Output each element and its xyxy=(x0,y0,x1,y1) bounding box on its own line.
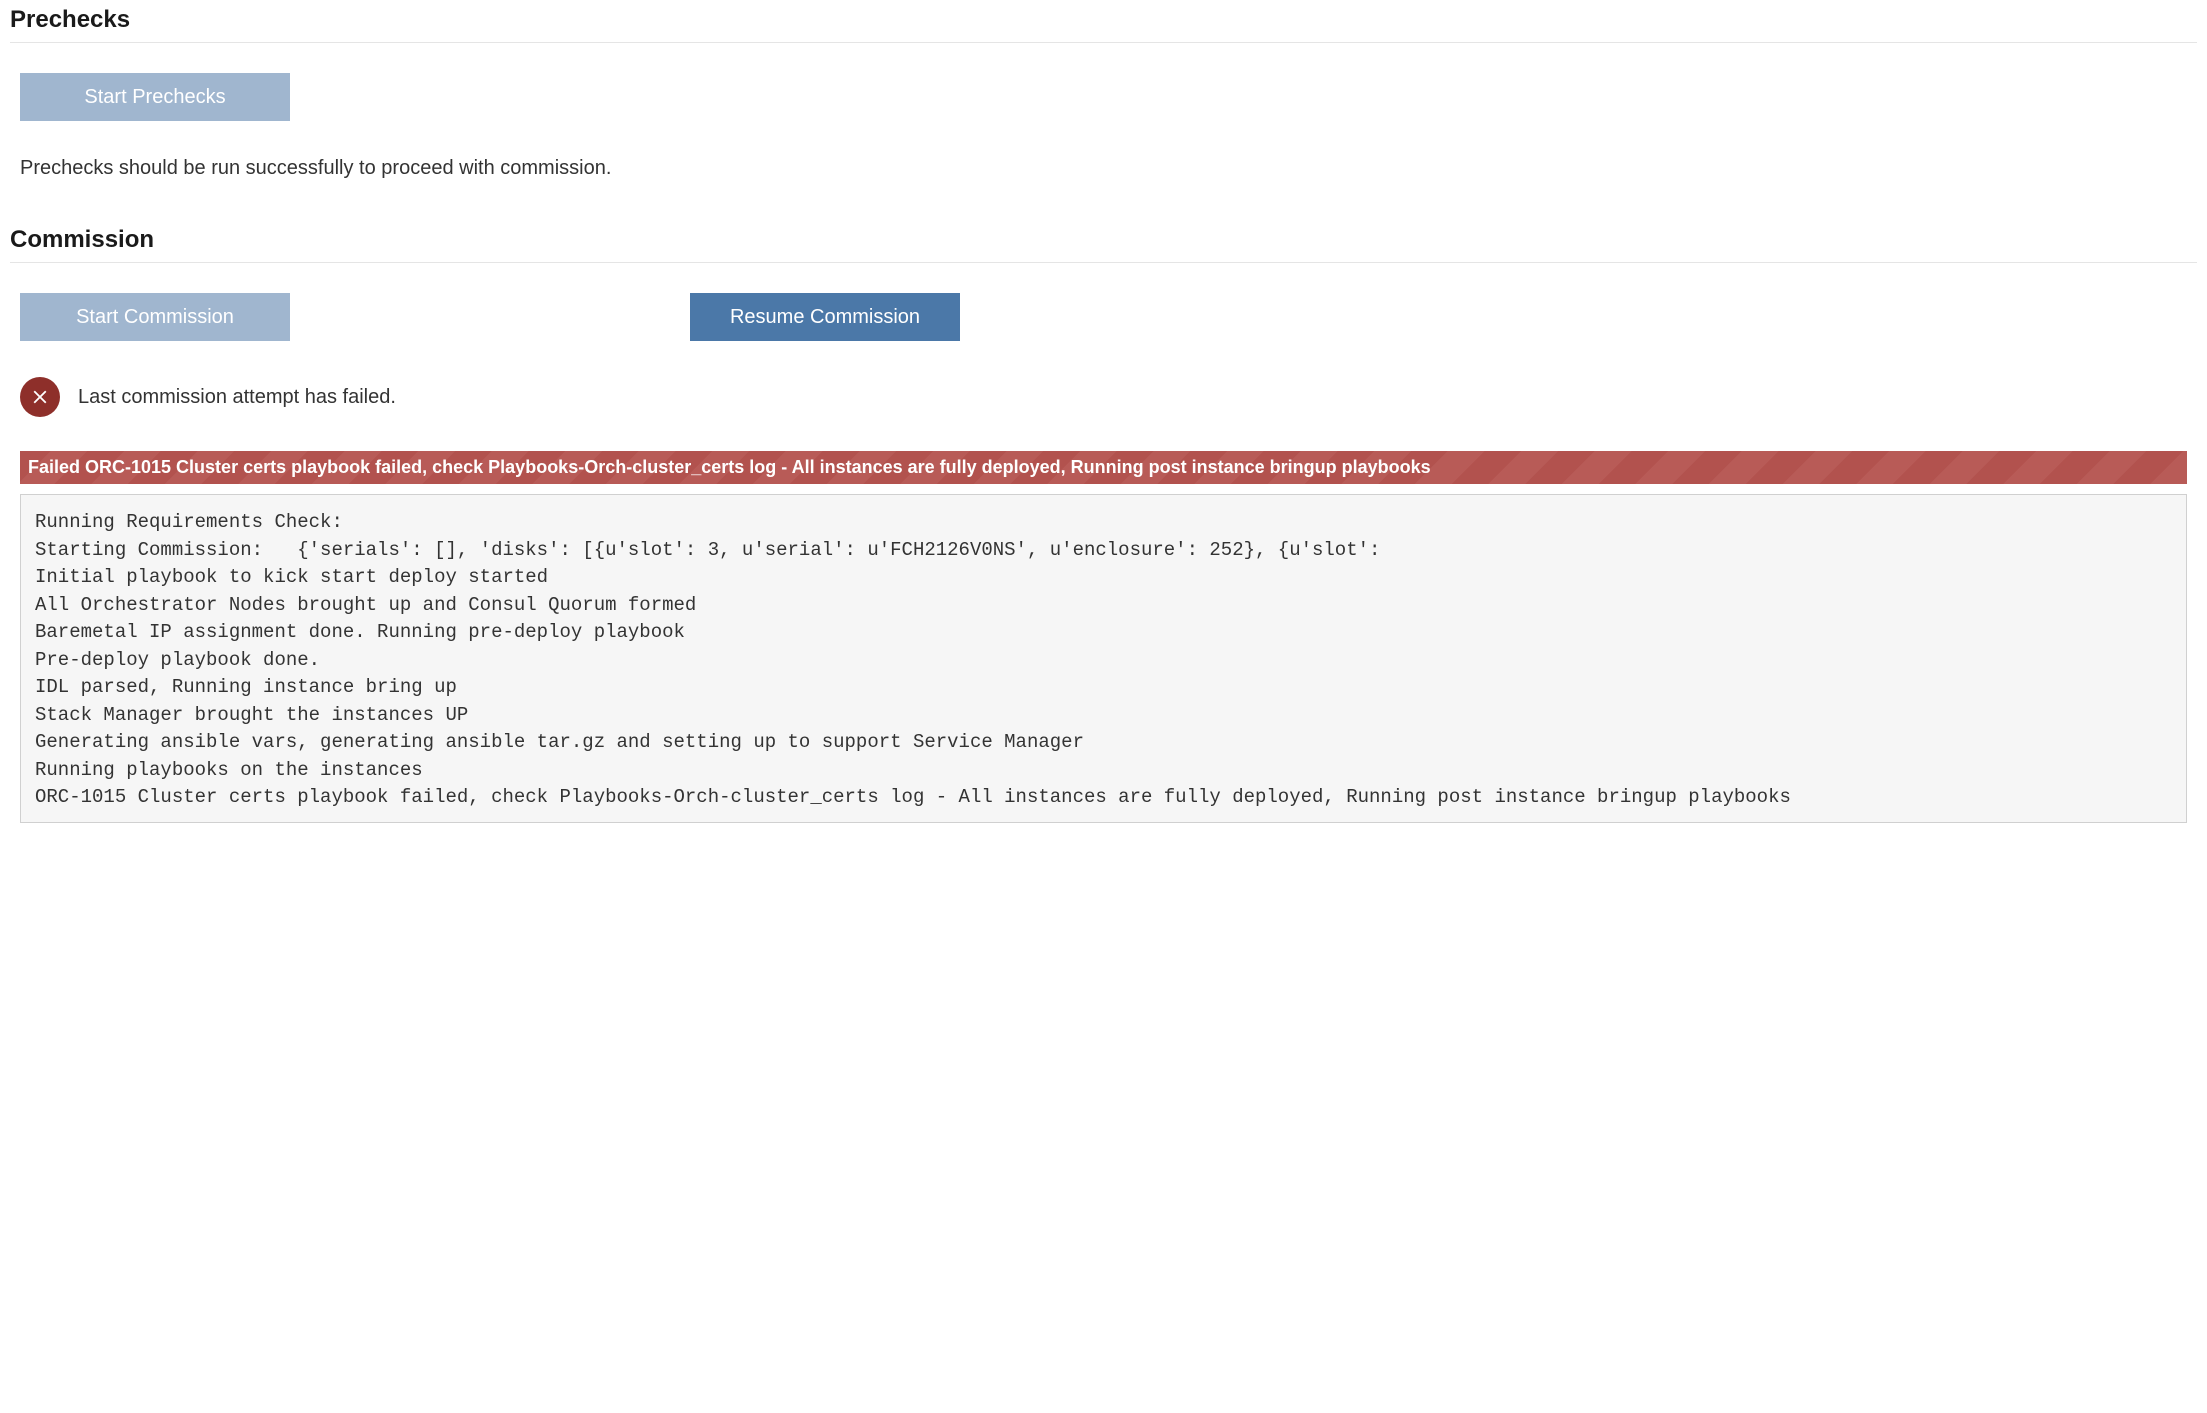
commission-button-row: Start Commission Resume Commission xyxy=(20,293,2187,341)
commission-status-row: Last commission attempt has failed. xyxy=(20,377,2187,417)
commission-body: Start Commission Resume Commission Last … xyxy=(10,263,2197,863)
resume-commission-button[interactable]: Resume Commission xyxy=(690,293,960,341)
commission-log-panel: Running Requirements Check: Starting Com… xyxy=(20,494,2187,823)
commission-error-banner: Failed ORC-1015 Cluster certs playbook f… xyxy=(20,451,2187,484)
prechecks-heading: Prechecks xyxy=(10,0,2197,43)
error-icon xyxy=(20,377,60,417)
commission-heading: Commission xyxy=(10,220,2197,263)
start-prechecks-button[interactable]: Start Prechecks xyxy=(20,73,290,121)
prechecks-info-text: Prechecks should be run successfully to … xyxy=(20,157,2187,180)
commission-status-text: Last commission attempt has failed. xyxy=(78,386,396,409)
commission-log-content[interactable]: Running Requirements Check: Starting Com… xyxy=(35,509,2172,820)
prechecks-body: Start Prechecks Prechecks should be run … xyxy=(10,43,2197,220)
start-commission-button[interactable]: Start Commission xyxy=(20,293,290,341)
